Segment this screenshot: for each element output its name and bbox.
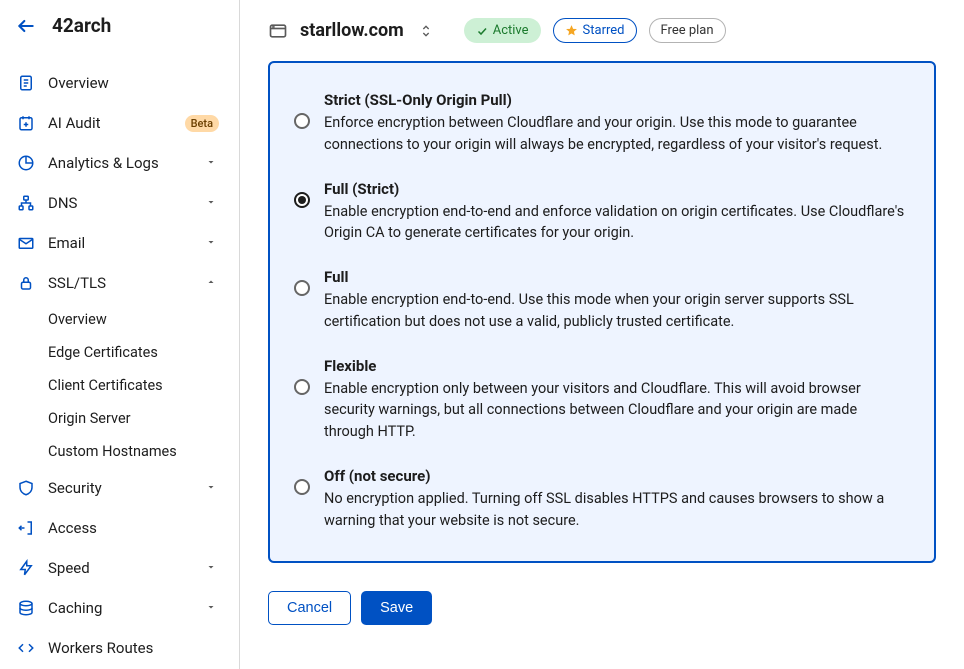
chevron-down-icon [205, 156, 219, 170]
save-button[interactable]: Save [361, 591, 432, 625]
sidebar-item-workers-routes[interactable]: Workers Routes [0, 628, 237, 668]
selector-icon[interactable] [418, 23, 434, 39]
sidebar-scroll[interactable]: Overview AI Audit Beta Analytics & Logs … [0, 63, 239, 669]
radio-input[interactable] [294, 280, 310, 296]
content-area: Strict (SSL-Only Origin Pull) Enforce en… [240, 61, 964, 669]
ssl-option-off[interactable]: Off (not secure) No encryption applied. … [294, 467, 910, 532]
org-name[interactable]: 42arch [52, 14, 111, 37]
sidebar-item-ssl-tls[interactable]: SSL/TLS [0, 263, 237, 303]
sidebar-item-analytics[interactable]: Analytics & Logs [0, 143, 237, 183]
check-icon [476, 25, 488, 37]
option-title: Full [324, 268, 910, 286]
sidebar-item-label: Security [48, 479, 205, 497]
back-arrow-icon[interactable] [16, 16, 36, 36]
sidebar-item-caching[interactable]: Caching [0, 588, 237, 628]
logout-icon [16, 518, 36, 538]
site-name[interactable]: starllow.com [300, 20, 404, 41]
sidebar-item-label: Workers Routes [48, 639, 219, 657]
ssl-option-flexible[interactable]: Flexible Enable encryption only between … [294, 357, 910, 443]
button-row: Cancel Save [268, 591, 936, 625]
radio-input[interactable] [294, 379, 310, 395]
starred-badge[interactable]: Starred [553, 18, 637, 43]
option-desc: Enable encryption only between your visi… [324, 378, 910, 443]
chevron-down-icon [205, 196, 219, 210]
option-title: Flexible [324, 357, 910, 375]
radio-input[interactable] [294, 113, 310, 129]
star-icon [565, 24, 578, 37]
chevron-down-icon [205, 236, 219, 250]
mail-icon [16, 233, 36, 253]
chevron-up-icon [205, 276, 219, 290]
sidebar-item-ai-audit[interactable]: AI Audit Beta [0, 103, 237, 143]
option-title: Strict (SSL-Only Origin Pull) [324, 91, 910, 109]
sidebar-item-dns[interactable]: DNS [0, 183, 237, 223]
sidebar-item-label: Analytics & Logs [48, 154, 205, 172]
option-desc: Enforce encryption between Cloudflare an… [324, 112, 910, 156]
plan-label: Free plan [661, 23, 714, 38]
network-icon [16, 193, 36, 213]
radio-input[interactable] [294, 479, 310, 495]
option-desc: Enable encryption end-to-end and enforce… [324, 201, 910, 245]
bolt-icon [16, 558, 36, 578]
ssl-option-full[interactable]: Full Enable encryption end-to-end. Use t… [294, 268, 910, 333]
sidebar-item-label: DNS [48, 194, 205, 212]
main: starllow.com Active Starred Free plan St… [240, 0, 964, 669]
browser-icon [268, 21, 288, 41]
sidebar-item-label: Overview [48, 74, 219, 92]
sidebar-item-overview[interactable]: Overview [0, 63, 237, 103]
sidebar-item-label: SSL/TLS [48, 274, 205, 292]
ssl-sub-origin-server[interactable]: Origin Server [0, 402, 237, 435]
sidebar-item-speed[interactable]: Speed [0, 548, 237, 588]
option-title: Off (not secure) [324, 467, 910, 485]
status-badge-active: Active [464, 18, 541, 43]
ssl-option-full-strict[interactable]: Full (Strict) Enable encryption end-to-e… [294, 180, 910, 245]
top-bar: starllow.com Active Starred Free plan [240, 0, 964, 61]
sidebar-item-label: Email [48, 234, 205, 252]
chevron-down-icon [205, 561, 219, 575]
ssl-sub-custom-hostnames[interactable]: Custom Hostnames [0, 435, 237, 468]
database-icon [16, 598, 36, 618]
sidebar-item-email[interactable]: Email [0, 223, 237, 263]
ssl-sub-client-certs[interactable]: Client Certificates [0, 369, 237, 402]
document-icon [16, 73, 36, 93]
ssl-mode-card: Strict (SSL-Only Origin Pull) Enforce en… [268, 61, 936, 563]
status-label: Active [493, 23, 529, 38]
starred-label: Starred [583, 23, 625, 38]
cancel-button[interactable]: Cancel [268, 591, 351, 625]
sidebar-item-access[interactable]: Access [0, 508, 237, 548]
shield-icon [16, 478, 36, 498]
sidebar-item-label: Caching [48, 599, 205, 617]
chevron-down-icon [205, 481, 219, 495]
chevron-down-icon [205, 601, 219, 615]
code-icon [16, 638, 36, 658]
radio-input[interactable] [294, 192, 310, 208]
sidebar: 42arch Overview AI Audit Beta Analytics … [0, 0, 240, 669]
sidebar-item-label: Access [48, 519, 219, 537]
sidebar-item-label: AI Audit [48, 114, 177, 132]
ssl-sub-edge-certs[interactable]: Edge Certificates [0, 336, 237, 369]
option-title: Full (Strict) [324, 180, 910, 198]
lock-icon [16, 273, 36, 293]
ssl-sub-overview[interactable]: Overview [0, 303, 237, 336]
sidebar-header: 42arch [0, 0, 239, 63]
option-desc: No encryption applied. Turning off SSL d… [324, 488, 910, 532]
calendar-plus-icon [16, 113, 36, 133]
sidebar-item-label: Speed [48, 559, 205, 577]
ssl-option-strict[interactable]: Strict (SSL-Only Origin Pull) Enforce en… [294, 91, 910, 156]
sidebar-item-security[interactable]: Security [0, 468, 237, 508]
beta-badge: Beta [185, 115, 219, 132]
option-desc: Enable encryption end-to-end. Use this m… [324, 289, 910, 333]
pie-chart-icon [16, 153, 36, 173]
plan-badge[interactable]: Free plan [649, 18, 726, 43]
